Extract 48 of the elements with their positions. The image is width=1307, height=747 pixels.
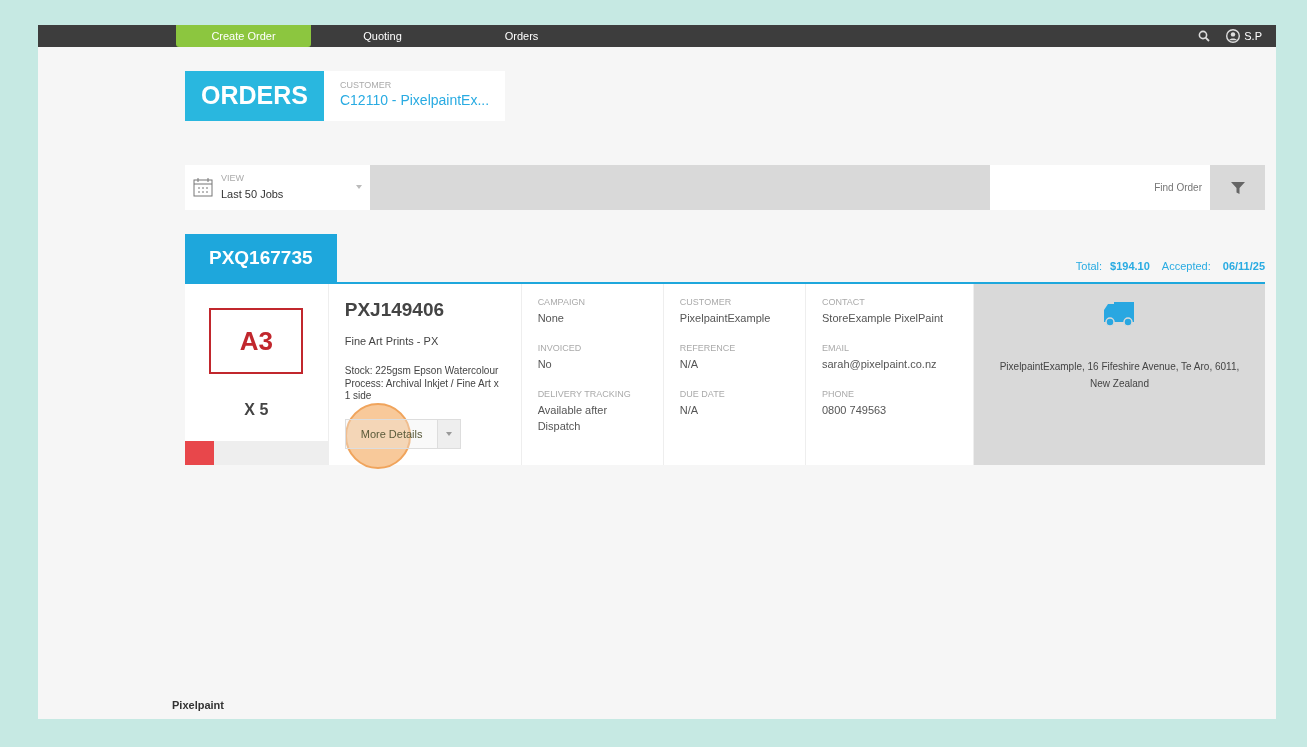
- filter-icon: [1230, 180, 1245, 195]
- field-value: StoreExample PixelPaint: [822, 310, 945, 326]
- user-avatar-icon[interactable]: [1226, 29, 1241, 43]
- field-label: CONTACT: [822, 296, 866, 309]
- page-title: ORDERS: [185, 71, 324, 121]
- field-label: DELIVERY TRACKING: [537, 388, 632, 401]
- nav-tab[interactable]: Orders: [454, 25, 589, 47]
- search-field[interactable]: Find Order: [990, 164, 1210, 210]
- field-value: 0800 749563: [822, 402, 888, 418]
- field-label: CAMPAIGN: [537, 296, 586, 309]
- search-icon[interactable]: [1198, 30, 1211, 42]
- company-name: Pixelpaint: [171, 697, 225, 713]
- user-initials[interactable]: S.P: [1244, 27, 1262, 45]
- delivery-address: PixelpaintExample, 16 Fifeshire Avenue, Te Aro, 6011, New Zealand: [998, 360, 1241, 391]
- field-label: DUE DATE: [679, 388, 726, 401]
- accepted-label: Accepted:: [1161, 258, 1211, 274]
- field-label: CUSTOMER: [679, 296, 733, 309]
- view-label: VIEW: [221, 172, 245, 185]
- paper-size-label: A3: [209, 308, 304, 374]
- job-number[interactable]: PXJ149406: [344, 296, 505, 325]
- field-label: EMAIL: [822, 342, 850, 355]
- field-value: No: [537, 356, 553, 372]
- caret-icon: [356, 185, 362, 189]
- field-label: PHONE: [822, 388, 855, 401]
- more-details-button[interactable]: More Details: [344, 418, 439, 449]
- nav-tab[interactable]: Quoting: [315, 25, 450, 47]
- field-value: N/A: [679, 356, 700, 372]
- field-value: Available after Dispatch: [537, 402, 609, 434]
- dropdown-toggle-button[interactable]: [438, 418, 462, 449]
- product-name: Fine Art Prints - PX: [344, 333, 440, 349]
- quantity-label: X 5: [244, 400, 269, 420]
- field-value: None: [537, 310, 565, 326]
- calendar-icon: [193, 177, 213, 197]
- total-label: Total:: [1075, 258, 1103, 274]
- field-label: REFERENCE: [679, 342, 737, 355]
- field-value: sarah@pixelpaint.co.nz: [822, 356, 938, 372]
- truck-icon: [1102, 300, 1137, 328]
- customer-label: CUSTOMER: [339, 79, 393, 92]
- field-value: PixelpaintExample: [679, 310, 772, 326]
- caret-icon: [446, 431, 453, 436]
- filter-button[interactable]: [1210, 164, 1265, 210]
- field-value: N/A: [679, 402, 700, 418]
- total-value: $194.10: [1110, 258, 1150, 274]
- view-dropdown[interactable]: VIEW Last 50 Jobs: [185, 164, 370, 210]
- field-label: INVOICED: [537, 342, 583, 355]
- accepted-date: 06/11/25: [1222, 258, 1265, 274]
- job-description: Stock: 225gsm Epson Watercolour Process: Archival Inkjet / Fine Art x 1 side: [344, 365, 500, 403]
- view-value: Last 50 Jobs: [221, 186, 284, 202]
